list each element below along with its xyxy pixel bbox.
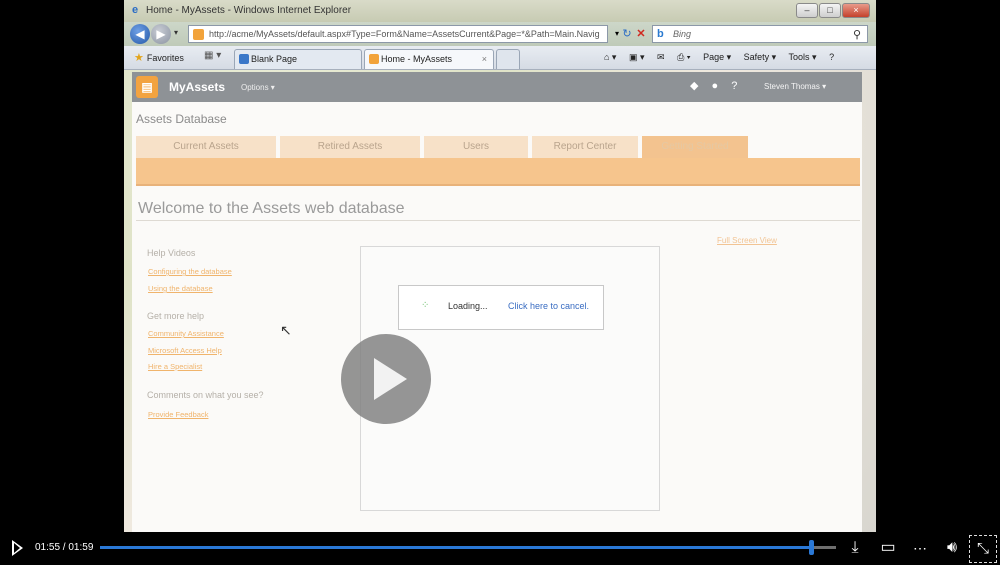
help-videos-heading: Help Videos xyxy=(147,248,196,258)
loading-text: Loading... xyxy=(448,301,488,311)
page-favicon-icon xyxy=(193,29,204,40)
comments-heading: Comments on what you see? xyxy=(147,390,264,400)
app-logo-icon: ▤ xyxy=(136,76,158,98)
close-tab-icon: × xyxy=(481,54,487,64)
search-icon: ⚲ xyxy=(852,29,861,41)
player-controls: 01:55 / 01:59 ⤓ ▭ ⋯ 🔊︎ ⤡ xyxy=(0,532,1000,565)
cancel-loading-link: Click here to cancel. xyxy=(508,301,590,311)
favorites-label: Favorites xyxy=(146,53,184,63)
user-menu: Steven Thomas ▾ xyxy=(764,82,827,91)
window-titlebar: e Home - MyAssets - Windows Internet Exp… xyxy=(124,0,876,22)
subnav-bar xyxy=(136,158,860,186)
tab-report-center: Report Center xyxy=(532,136,638,158)
more-options-icon[interactable]: ⋯ xyxy=(910,538,930,558)
divider xyxy=(136,220,860,221)
print-icon: ⎙ ▾ xyxy=(677,52,691,62)
play-button[interactable] xyxy=(10,540,24,556)
progress-scrubber[interactable] xyxy=(808,540,814,555)
volume-icon[interactable]: 🔊︎ xyxy=(942,538,962,558)
help-circle-icon: ? xyxy=(731,80,738,92)
feeds-icon: ▣ ▾ xyxy=(628,52,645,62)
search-placeholder: Bing xyxy=(673,29,692,39)
maximize-icon: □ xyxy=(819,3,841,18)
tabs-row: ★ Favorites ▦ ▾ Blank Page Home - MyAsset… xyxy=(124,46,876,70)
browser-tab-label: Home - MyAssets xyxy=(381,54,453,64)
timecode: 01:55 / 01:59 xyxy=(35,542,94,553)
play-overlay-button[interactable] xyxy=(341,334,431,424)
quick-tabs-icon: ▦ ▾ xyxy=(204,50,222,61)
progress-track[interactable] xyxy=(100,540,836,555)
minimize-icon: – xyxy=(796,3,818,18)
link-access-help: Microsoft Access Help xyxy=(148,346,222,355)
address-text: http://acme/MyAssets/default.aspx#Type=F… xyxy=(209,29,600,39)
database-title: Assets Database xyxy=(136,112,227,126)
new-tab-button xyxy=(496,49,520,69)
video-frame[interactable]: e Home - MyAssets - Windows Internet Exp… xyxy=(124,0,876,532)
options-menu: Options ▾ xyxy=(241,83,275,92)
command-bar: ⌂ ▾ ▣ ▾ ✉ ⎙ ▾ Page ▾ Safety ▾ Tools ▾ ? xyxy=(604,52,844,63)
browser-tab-label: Blank Page xyxy=(251,54,298,64)
search-box: b Bing ⚲ xyxy=(652,25,868,43)
tools-menu: Tools ▾ xyxy=(788,52,817,62)
tab-retired-assets: Retired Assets xyxy=(280,136,420,158)
video-player: e Home - MyAssets - Windows Internet Exp… xyxy=(0,0,1000,565)
window-title: Home - MyAssets - Windows Internet Explo… xyxy=(146,5,352,16)
download-icon[interactable]: ⤓ xyxy=(846,538,864,558)
loading-dialog: ⁘ Loading... Click here to cancel. xyxy=(398,285,604,330)
link-configuring-database: Configuring the database xyxy=(148,267,232,276)
ie-logo-icon: e xyxy=(132,4,139,16)
address-bar: http://acme/MyAssets/default.aspx#Type=F… xyxy=(188,25,608,43)
people-icon: ● xyxy=(711,80,719,92)
back-arrow-icon: ◀ xyxy=(130,24,150,44)
close-window-icon: × xyxy=(842,3,870,18)
link-hire-specialist: Hire a Specialist xyxy=(148,362,203,371)
more-help-heading: Get more help xyxy=(147,311,205,321)
address-row: ◀ ▶ ▾ http://acme/MyAssets/default.aspx#… xyxy=(124,22,876,46)
page-content: Assets Database Current Assets Retired A… xyxy=(132,102,862,532)
link-community-assistance: Community Assistance xyxy=(148,329,224,338)
tag-icon: ◆ xyxy=(690,80,699,92)
home-icon: ⌂ ▾ xyxy=(604,52,617,62)
mouse-cursor-icon: ↖ xyxy=(280,322,292,338)
recent-pages-dropdown-icon: ▾ xyxy=(174,28,179,37)
myassets-favicon-icon xyxy=(369,54,379,64)
link-provide-feedback: Provide Feedback xyxy=(148,410,209,419)
progress-fill xyxy=(100,546,811,549)
bing-icon: b xyxy=(657,28,664,40)
forward-arrow-icon: ▶ xyxy=(151,24,171,44)
welcome-heading: Welcome to the Assets web database xyxy=(138,200,405,217)
tab-users: Users xyxy=(424,136,528,158)
exit-fullscreen-icon[interactable]: ⤡ xyxy=(969,535,997,563)
app-toolbar-icons: ◆ ● ? xyxy=(690,79,747,92)
spinner-icon: ⁘ xyxy=(421,300,430,311)
ie-page-icon xyxy=(239,54,249,64)
browser-tab-myassets: Home - MyAssets × xyxy=(364,49,494,69)
page-menu: Page ▾ xyxy=(703,52,732,62)
app-header: ▤ MyAssets Options ▾ ◆ ● ? Steven Thomas… xyxy=(132,72,862,102)
favorites-button: ★ Favorites xyxy=(134,51,184,64)
play-icon-hollow xyxy=(14,543,20,553)
tab-current-assets: Current Assets xyxy=(136,136,276,158)
app-name: MyAssets xyxy=(169,80,226,94)
stop-icon: ✕ xyxy=(636,28,646,40)
safety-menu: Safety ▾ xyxy=(743,52,777,62)
captions-icon[interactable]: ▭ xyxy=(878,538,898,558)
full-screen-view-link: Full Screen View xyxy=(717,236,777,245)
browser-tab-blank: Blank Page xyxy=(234,49,362,69)
help-icon: ? xyxy=(829,52,835,62)
link-using-database: Using the database xyxy=(148,284,213,293)
tab-getting-started: Getting Started xyxy=(642,136,748,158)
mail-icon: ✉ xyxy=(657,52,665,62)
play-icon xyxy=(374,358,407,400)
star-icon: ★ xyxy=(134,52,144,64)
